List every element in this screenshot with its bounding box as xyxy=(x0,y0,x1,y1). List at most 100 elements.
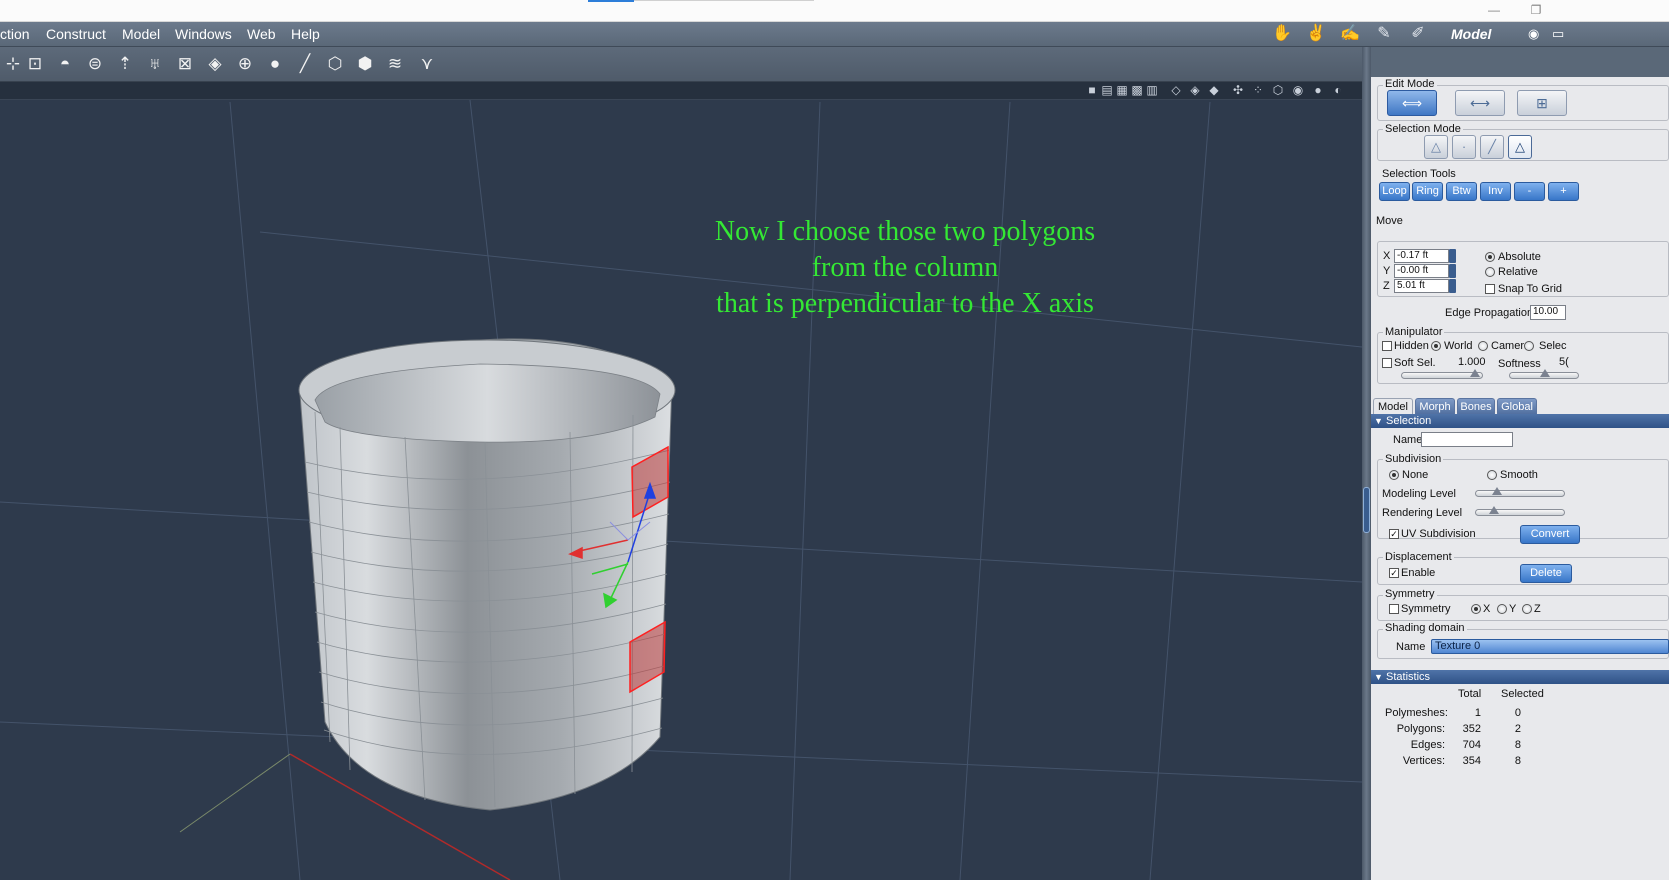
soft-sel-slider[interactable] xyxy=(1401,369,1483,379)
transform-tool-icon[interactable]: ⊡ xyxy=(22,52,48,76)
softness-value: 5( xyxy=(1559,356,1569,368)
disc-primitive-icon[interactable]: ⊜ xyxy=(82,52,108,76)
viewport-view-5-icon[interactable]: ⁘ xyxy=(1250,82,1266,99)
edit-mode-mesh-icon[interactable]: ⟺ xyxy=(1387,90,1437,116)
viewport-layout-3-icon[interactable]: ▦ xyxy=(1114,82,1130,99)
symmetry-checkbox[interactable] xyxy=(1389,604,1399,614)
move-x-field[interactable]: -0.17 ft xyxy=(1394,249,1449,263)
select-object-icon[interactable]: △ xyxy=(1424,135,1448,159)
bend-tool-icon[interactable]: ⬢ xyxy=(352,52,378,76)
selection-tool-2-button[interactable]: Ring xyxy=(1412,182,1443,201)
soft-sel-checkbox[interactable] xyxy=(1382,358,1392,368)
stat-row-selected: 8 xyxy=(1514,739,1521,751)
splitter-grip-icon[interactable] xyxy=(1363,487,1370,533)
viewport-layout-5-icon[interactable]: ▥ xyxy=(1144,82,1160,99)
box-mapping-icon[interactable]: ⊠ xyxy=(172,52,198,76)
viewport-view-4-icon[interactable]: ✣ xyxy=(1230,82,1246,99)
viewport-layout-2-icon[interactable]: ▤ xyxy=(1099,82,1115,99)
edit-mode-uv-icon[interactable]: ⟷ xyxy=(1455,90,1505,116)
scene-canvas[interactable] xyxy=(0,82,1362,880)
uv-subdivision-checkbox[interactable]: ✓ xyxy=(1389,529,1399,539)
collapse-triangle-icon: ▼ xyxy=(1374,672,1383,682)
viewport-view-7-icon[interactable]: ◉ xyxy=(1290,82,1306,99)
menu-help[interactable]: Help xyxy=(291,26,320,42)
shading-domain-dropdown[interactable]: Texture 0 xyxy=(1431,639,1669,654)
selection-radio[interactable] xyxy=(1524,341,1534,351)
subdivision-none-radio[interactable] xyxy=(1389,470,1399,480)
move-z-spinner[interactable] xyxy=(1449,279,1456,293)
viewport-view-2-icon[interactable]: ◈ xyxy=(1187,82,1203,99)
pen-tool-icon[interactable]: ╱ xyxy=(292,52,318,76)
select-polygon-icon[interactable]: △ xyxy=(1508,135,1532,159)
viewport-view-8-icon[interactable]: ● xyxy=(1310,82,1326,99)
deform-tool-icon[interactable]: ⬡ xyxy=(322,52,348,76)
move-y-spinner[interactable] xyxy=(1449,264,1456,278)
restore-button[interactable]: ❐ xyxy=(1526,2,1546,18)
viewport-view-1-icon[interactable]: ◇ xyxy=(1168,82,1184,99)
selection-tool-1-button[interactable]: Loop xyxy=(1379,182,1410,201)
selection-name-input[interactable] xyxy=(1421,432,1513,447)
paint-room-icon[interactable]: ✎ xyxy=(1372,24,1396,44)
hidden-checkbox[interactable] xyxy=(1382,341,1392,351)
extrude-tool-icon[interactable]: ⇡ xyxy=(112,52,138,76)
convert-button[interactable]: Convert xyxy=(1520,525,1580,544)
panel-splitter[interactable] xyxy=(1362,47,1371,880)
shape-room-icon[interactable]: ✍ xyxy=(1338,24,1362,44)
selection-tool-3-button[interactable]: Btw xyxy=(1446,182,1477,201)
viewport-view-6-icon[interactable]: ⬡ xyxy=(1270,82,1286,99)
viewport-view-9-icon[interactable]: ◐ xyxy=(1330,82,1346,99)
symmetry-x-label: X xyxy=(1483,603,1491,615)
bag-tool-icon[interactable]: ⊕ xyxy=(232,52,258,76)
rendering-level-slider[interactable] xyxy=(1475,506,1565,516)
viewport-layout-1-icon[interactable]: ■ xyxy=(1084,82,1100,99)
twist-tool-icon[interactable]: ≋ xyxy=(382,52,408,76)
move-z-field[interactable]: 5.01 ft xyxy=(1394,279,1449,293)
camera-radio[interactable] xyxy=(1478,341,1488,351)
move-x-label: X xyxy=(1383,250,1391,262)
softness-slider[interactable] xyxy=(1509,369,1579,379)
menu-construct[interactable]: Construct xyxy=(46,26,106,42)
menu-model[interactable]: Model xyxy=(122,26,160,42)
edge-propagation-field[interactable]: 10.00 xyxy=(1530,305,1566,320)
menu-selection[interactable]: ction xyxy=(0,26,30,42)
dome-primitive-icon[interactable]: ◓ xyxy=(52,52,78,76)
relative-radio[interactable] xyxy=(1485,267,1495,277)
taper-tool-icon[interactable]: ⋎ xyxy=(414,52,440,76)
symmetry-z-radio[interactable] xyxy=(1522,604,1532,614)
viewport-view-3-icon[interactable]: ◆ xyxy=(1206,82,1222,99)
edit-mode-weight-icon[interactable]: ⊞ xyxy=(1517,90,1567,116)
eye-icon[interactable]: ◉ xyxy=(1528,26,1539,42)
manipulator-title: Manipulator xyxy=(1383,326,1445,338)
symmetry-x-radio[interactable] xyxy=(1471,604,1481,614)
move-x-spinner[interactable] xyxy=(1449,249,1456,263)
sphere-tool-icon[interactable]: ● xyxy=(262,52,288,76)
subdivision-smooth-radio[interactable] xyxy=(1487,470,1497,480)
symmetry-y-radio[interactable] xyxy=(1497,604,1507,614)
delete-button[interactable]: Delete xyxy=(1520,564,1572,583)
toolbar: ⊹ ⊡ ◓ ⊜ ⇡ ♅ ⊠ ◈ ⊕ ● ╱ ⬡ ⬢ ≋ ⋎ xyxy=(0,47,1362,82)
move-y-field[interactable]: -0.00 ft xyxy=(1394,264,1449,278)
cube-primitive-icon[interactable]: ◈ xyxy=(202,52,228,76)
viewport-layout-4-icon[interactable]: ▩ xyxy=(1129,82,1145,99)
selection-section-header[interactable]: ▼ Selection xyxy=(1371,414,1669,428)
pose-room-icon[interactable]: ✋ xyxy=(1270,24,1294,44)
displacement-enable-checkbox[interactable]: ✓ xyxy=(1389,568,1399,578)
modeling-level-slider[interactable] xyxy=(1475,487,1565,497)
selection-tool-4-button[interactable]: Inv xyxy=(1480,182,1511,201)
select-edge-icon[interactable]: ╱ xyxy=(1480,135,1504,159)
lathe-tool-icon[interactable]: ♅ xyxy=(142,52,168,76)
snap-to-grid-checkbox[interactable] xyxy=(1485,284,1495,294)
statistics-section-header[interactable]: ▼ Statistics xyxy=(1371,670,1669,684)
minimize-button[interactable]: — xyxy=(1484,2,1504,18)
select-vertex-icon[interactable]: · xyxy=(1452,135,1476,159)
window-icon[interactable]: ▭ xyxy=(1552,26,1564,42)
world-radio[interactable] xyxy=(1431,341,1441,351)
3d-viewport[interactable]: ■ ▤ ▦ ▩ ▥ ◇ ◈ ◆ ✣ ⁘ ⬡ ◉ ● ◐ Now I choose those two po… xyxy=(0,82,1362,880)
selection-tool-6-button[interactable]: + xyxy=(1548,182,1579,201)
selection-tool-5-button[interactable]: - xyxy=(1514,182,1545,201)
menu-windows[interactable]: Windows xyxy=(175,26,232,42)
setup-room-icon[interactable]: ✌ xyxy=(1304,24,1328,44)
absolute-radio[interactable] xyxy=(1485,252,1495,262)
menu-web[interactable]: Web xyxy=(247,26,276,42)
uv-room-icon[interactable]: ✐ xyxy=(1406,24,1430,44)
